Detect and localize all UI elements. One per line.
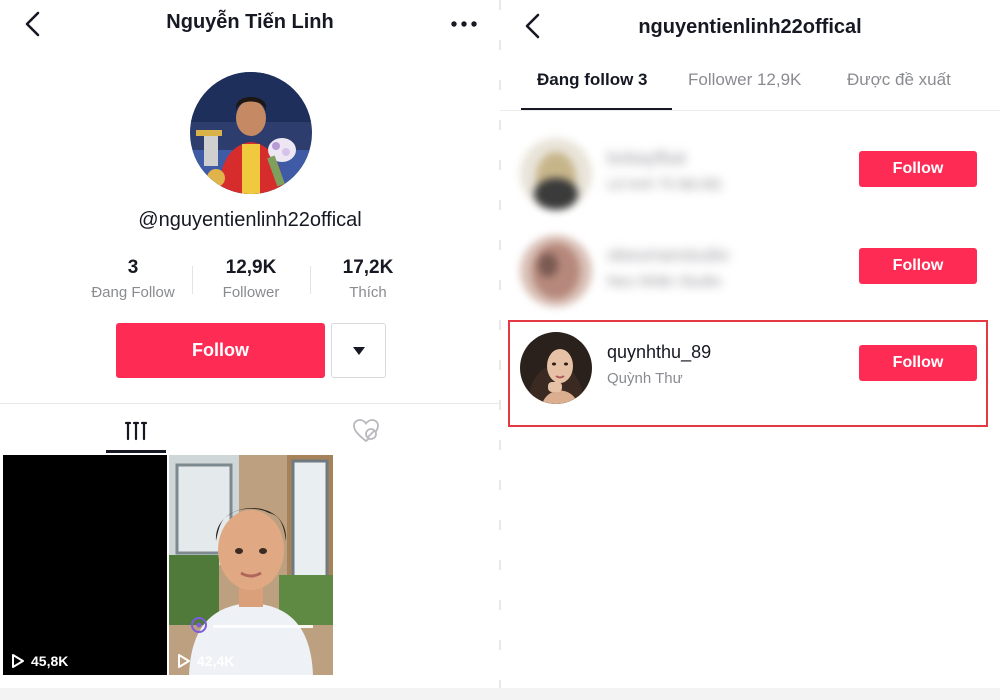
stat-likes-value: 17,2K — [342, 257, 394, 278]
video-views: 45,8K — [11, 653, 68, 669]
following-tabs: Đang follow 3 Follower 12,9K Được đề xuấ… — [500, 70, 1000, 110]
video-views-count: 42,4K — [197, 653, 235, 669]
play-icon — [12, 654, 24, 668]
profile-title: Nguyễn Tiến Linh — [166, 11, 334, 33]
profile-panel: Nguyễn Tiến Linh @nguyentienlinh22offica… — [0, 0, 500, 700]
stat-followers-value: 12,9K — [225, 257, 277, 278]
video-thumbnail-image — [169, 455, 333, 675]
username: okeumanstudio — [607, 245, 730, 265]
more-dots-icon — [451, 21, 477, 27]
avatar-image — [520, 235, 592, 307]
avatar-image — [190, 72, 312, 194]
following-panel: nguyentienlinh22offical Đang follow 3 Fo… — [500, 0, 1000, 700]
stat-likes: 17,2K Thích — [308, 256, 428, 301]
tab-separator — [0, 403, 500, 404]
tab-separator — [500, 110, 1000, 111]
tab-followers[interactable]: Follower 12,9K — [688, 70, 801, 90]
tab-videos[interactable] — [106, 414, 166, 454]
stat-following[interactable]: 3 Đang Follow — [73, 256, 193, 301]
active-tab-indicator — [106, 450, 166, 453]
stat-likes-label: Thích — [349, 284, 387, 301]
stat-following-value: 3 — [127, 257, 139, 278]
following-page-title: nguyentienlinh22offical — [638, 16, 862, 38]
follow-button[interactable]: Follow — [116, 323, 325, 378]
tab-liked[interactable] — [349, 414, 383, 448]
liked-heart-icon — [353, 419, 379, 443]
tab-following[interactable]: Đang follow 3 — [537, 70, 648, 90]
username: bobayfbat — [607, 148, 687, 168]
profile-handle: @nguyentienlinh22offical — [138, 209, 362, 231]
caret-down-icon — [353, 347, 365, 355]
follow-button[interactable]: Follow — [859, 151, 977, 187]
video-thumbnail[interactable]: 45,8K — [3, 455, 167, 675]
list-item[interactable]: bobayfbat Lê Anh Tô Bá Độ Follow — [500, 124, 1000, 220]
play-icon — [178, 654, 190, 668]
stat-followers[interactable]: 12,9K Follower — [191, 256, 311, 301]
profile-avatar[interactable] — [190, 72, 312, 194]
display-name: Neu Nhãn Studio — [607, 273, 722, 290]
avatar[interactable] — [520, 235, 592, 307]
display-name: Lê Anh Tô Bá Độ — [607, 176, 721, 193]
video-views-count: 45,8K — [31, 653, 69, 669]
avatar[interactable] — [520, 138, 592, 210]
stat-following-label: Đang Follow — [91, 284, 175, 301]
suggested-accounts-toggle[interactable] — [331, 323, 386, 378]
stat-followers-label: Follower — [222, 284, 280, 301]
video-views: 42,4K — [177, 653, 234, 669]
list-item[interactable]: okeumanstudio Neu Nhãn Studio Follow — [500, 221, 1000, 317]
avatar-image — [520, 138, 592, 210]
video-thumbnail[interactable]: 42,4K — [169, 455, 333, 675]
grid-videos-icon — [124, 421, 148, 441]
more-button[interactable] — [449, 14, 479, 34]
highlight-box — [508, 320, 988, 427]
follow-button[interactable]: Follow — [859, 248, 977, 284]
tab-suggested[interactable]: Được đề xuất — [847, 70, 951, 90]
